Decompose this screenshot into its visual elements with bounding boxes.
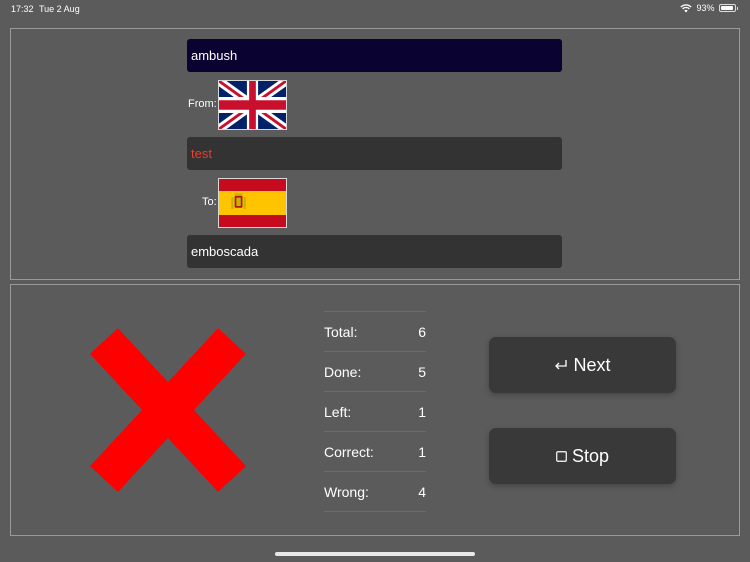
status-time: 17:32: [11, 4, 34, 14]
stat-label: Left:: [324, 403, 352, 420]
stat-row-done: Done: 5: [324, 352, 426, 392]
test-text: test: [191, 146, 212, 161]
next-button[interactable]: Next: [489, 337, 676, 393]
word-field: ambush: [187, 39, 562, 72]
stat-value: 6: [418, 323, 426, 340]
test-input[interactable]: test: [187, 137, 562, 170]
stop-button[interactable]: Stop: [489, 428, 676, 484]
status-indicators: 93%: [680, 3, 738, 13]
stat-value: 1: [418, 403, 426, 420]
home-indicator[interactable]: [275, 552, 475, 556]
answer-text: emboscada: [191, 244, 259, 259]
stat-label: Wrong:: [324, 483, 369, 500]
status-date: Tue 2 Aug: [39, 4, 80, 14]
stats-table: Total: 6 Done: 5 Left: 1 Correct: 1 Wron…: [324, 311, 426, 512]
stat-value: 4: [418, 483, 426, 500]
spain-flag-icon: [218, 178, 287, 228]
word-text: ambush: [191, 48, 238, 63]
battery-percent: 93%: [696, 3, 715, 13]
status-bar: 17:32 Tue 2 Aug 93%: [0, 0, 750, 18]
red-x-icon: [90, 328, 246, 492]
stat-label: Total:: [324, 323, 358, 340]
stop-label: Stop: [571, 445, 610, 466]
stat-row-correct: Correct: 1: [324, 432, 426, 472]
square-icon: [556, 450, 567, 462]
wifi-icon: [680, 3, 693, 12]
next-label: Next: [573, 354, 611, 375]
stat-row-wrong: Wrong: 4: [324, 472, 426, 512]
return-icon: [554, 359, 568, 371]
battery-icon: [718, 4, 736, 12]
to-label: To:: [202, 196, 217, 208]
stat-row-total: Total: 6: [324, 312, 426, 352]
answer-field: emboscada: [187, 235, 562, 268]
stat-label: Correct:: [324, 443, 374, 460]
uk-flag-icon: [218, 80, 287, 130]
stat-value: 1: [418, 443, 426, 460]
from-label: From:: [188, 98, 217, 110]
stat-row-left: Left: 1: [324, 392, 426, 432]
stat-label: Done:: [324, 363, 362, 380]
stat-value: 5: [418, 363, 426, 380]
